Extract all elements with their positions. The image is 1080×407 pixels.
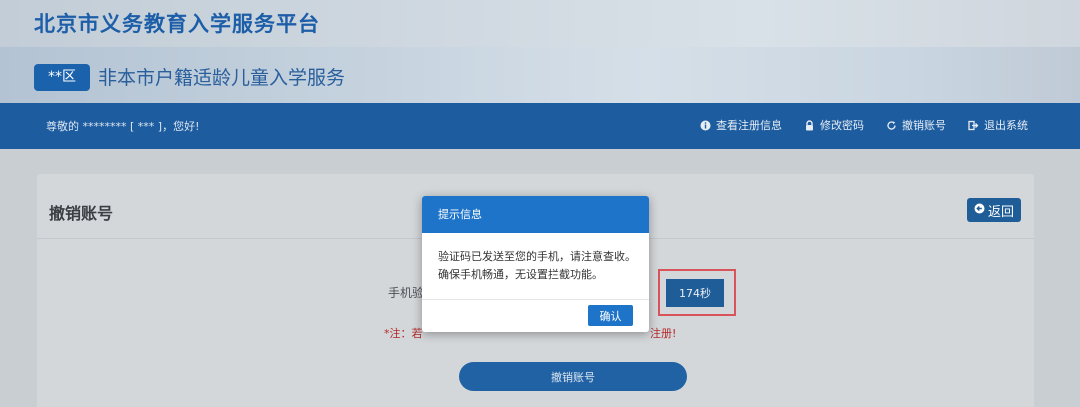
dialog-body: 验证码已发送至您的手机，请注意查收。 确保手机畅通，无设置拦截功能。 [422,233,649,284]
prompt-dialog: 提示信息 验证码已发送至您的手机，请注意查收。 确保手机畅通，无设置拦截功能。 … [422,196,649,332]
dialog-divider [422,299,649,300]
dialog-title: 提示信息 [422,196,649,233]
confirm-button[interactable]: 确认 [588,305,633,326]
dialog-message-line2: 确保手机畅通，无设置拦截功能。 [438,268,603,281]
dialog-message-line1: 验证码已发送至您的手机，请注意查收。 [438,250,636,263]
